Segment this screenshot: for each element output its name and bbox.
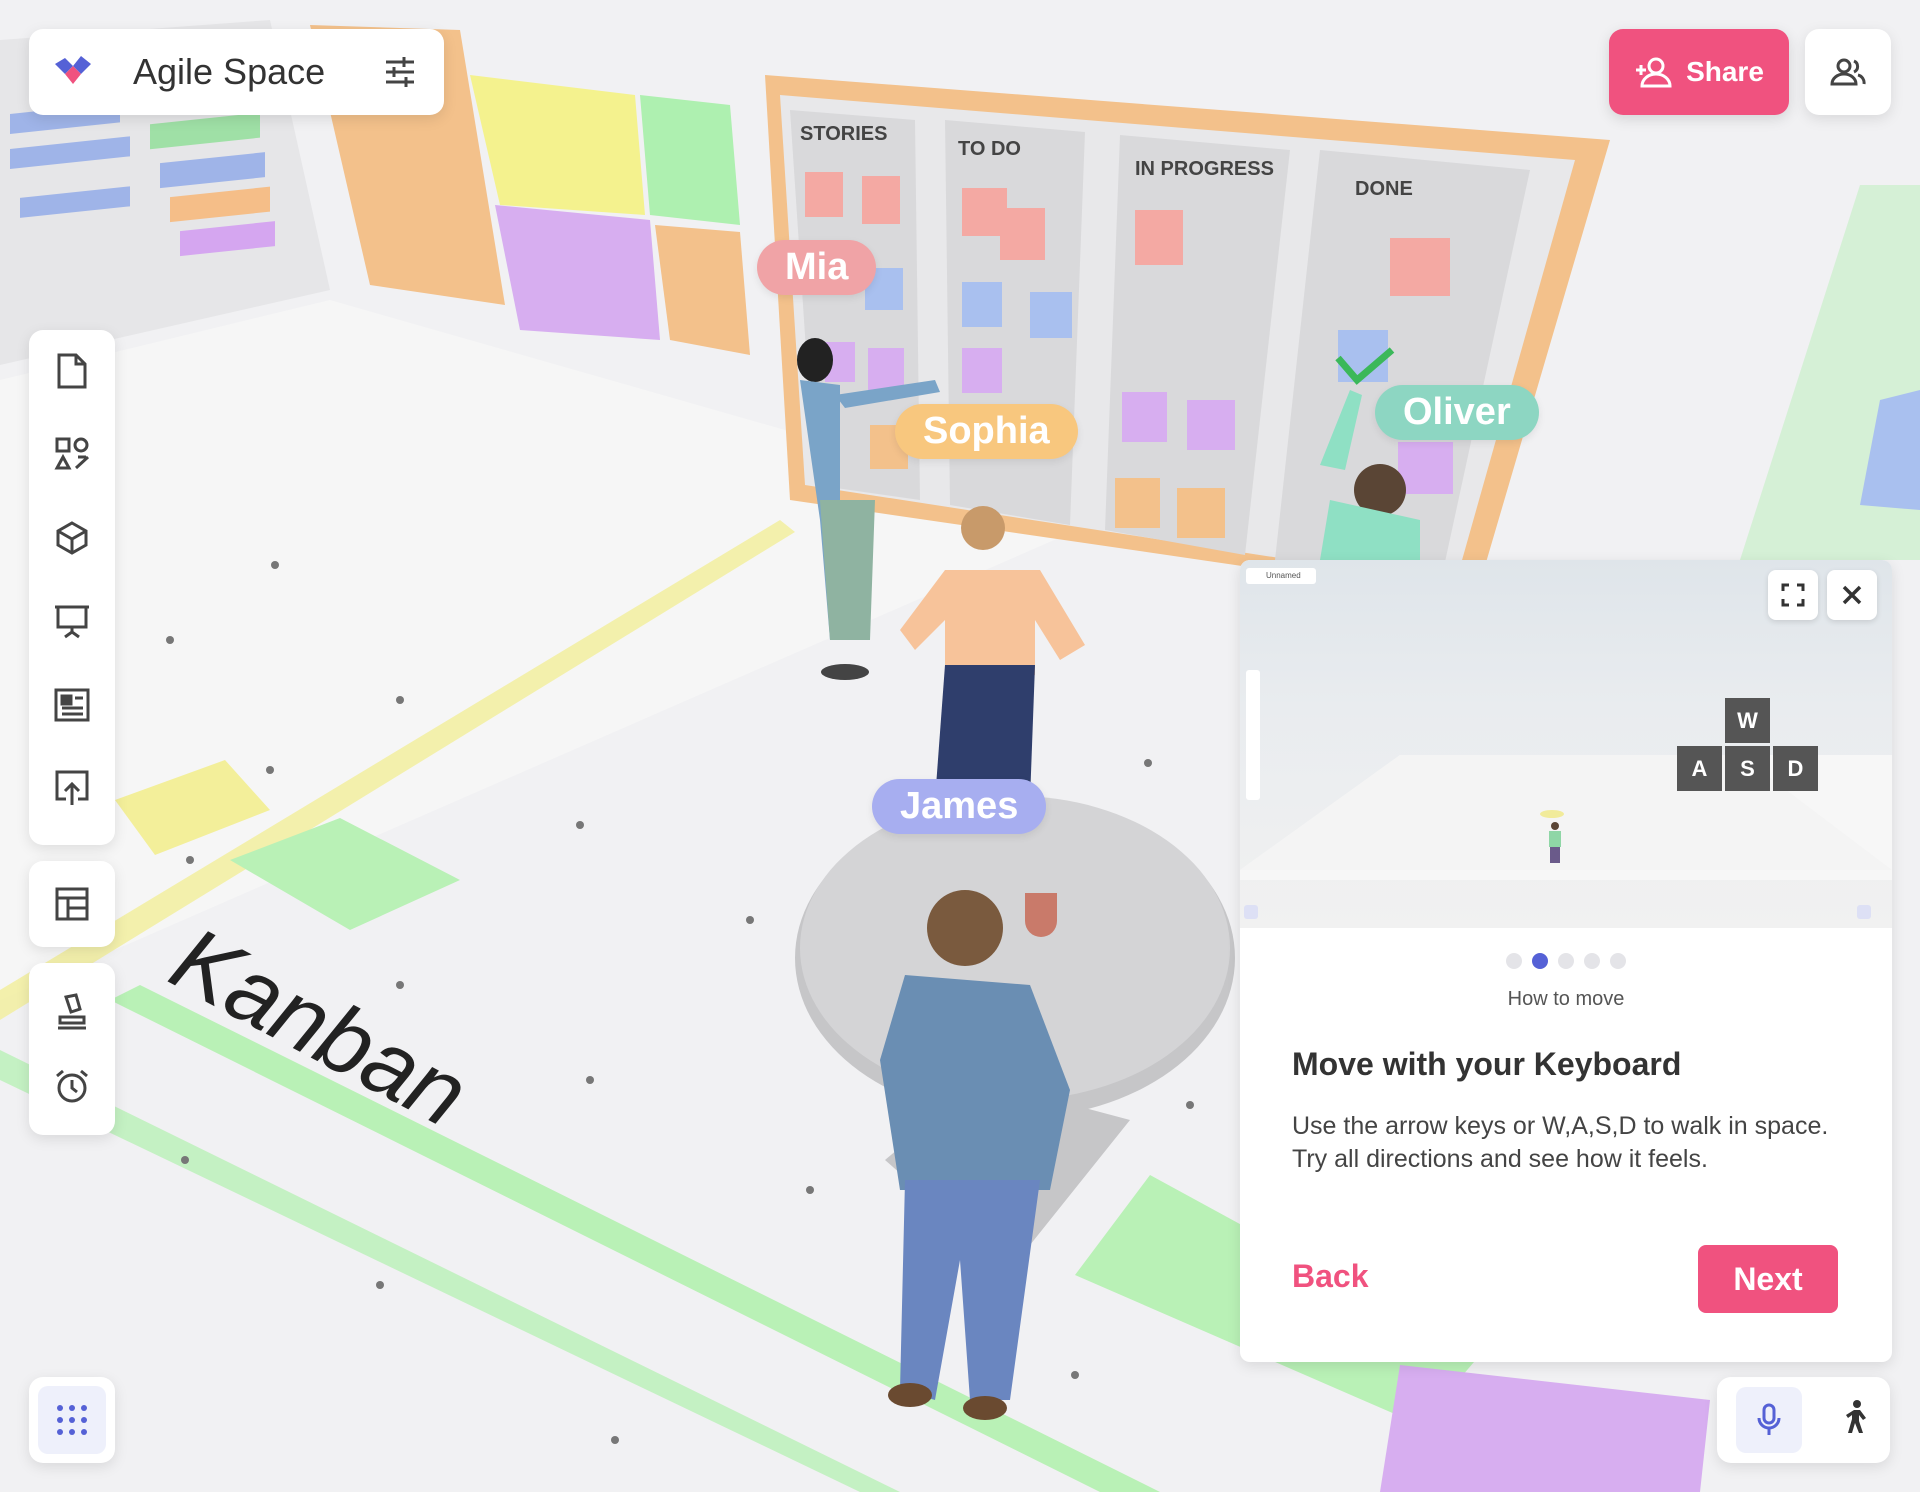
tool-layout[interactable] [44, 876, 100, 932]
document-icon [57, 353, 87, 389]
back-button[interactable]: Back [1292, 1258, 1369, 1295]
media-controls [1717, 1377, 1890, 1463]
key-d: D [1773, 746, 1818, 791]
avatar-label-james[interactable]: James [872, 779, 1047, 834]
walk-mode-button[interactable] [1841, 1399, 1871, 1441]
walk-icon [1845, 1399, 1866, 1433]
space-title-bar: Agile Space [29, 29, 444, 115]
step-dot[interactable] [1584, 953, 1600, 969]
step-dot[interactable] [1610, 953, 1626, 969]
microphone-button[interactable] [1736, 1387, 1803, 1453]
tool-text[interactable] [44, 678, 100, 732]
sliders-icon[interactable] [380, 52, 420, 92]
space-title: Agile Space [133, 51, 326, 92]
stamp-icon [58, 993, 86, 1030]
step-dot[interactable] [1558, 953, 1574, 969]
fullscreen-button[interactable] [1768, 570, 1818, 620]
tutorial-heading: Move with your Keyboard [1292, 1046, 1682, 1082]
tool-upload[interactable] [44, 762, 100, 816]
presentation-icon [55, 605, 89, 639]
share-button[interactable]: Share [1609, 29, 1789, 115]
close-button[interactable] [1827, 570, 1877, 620]
tutorial-body: Use the arrow keys or W,A,S,D to walk in… [1292, 1112, 1829, 1173]
key-w: W [1725, 698, 1770, 743]
tool-shapes[interactable] [44, 428, 100, 482]
add-user-icon [1636, 57, 1672, 88]
tutorial-card: Unnamed W A S D How to move Move with yo… [1240, 560, 1892, 1362]
tool-stamp[interactable] [44, 984, 100, 1040]
next-button[interactable]: Next [1698, 1245, 1838, 1313]
layout-toolbar [29, 861, 115, 947]
left-toolbar [29, 330, 115, 845]
tool-3d-object[interactable] [44, 511, 100, 565]
avatar-label-sophia[interactable]: Sophia [895, 404, 1078, 459]
timer-icon [56, 1069, 88, 1103]
step-label: How to move [1507, 988, 1625, 1010]
tutorial-preview: Unnamed W A S D [1240, 560, 1892, 928]
participants-button[interactable] [1805, 29, 1891, 115]
layout-icon [55, 887, 89, 921]
tool-document[interactable] [44, 344, 100, 398]
key-a: A [1677, 746, 1722, 791]
column-in-progress: IN PROGRESS [1135, 158, 1274, 180]
tool-presentation[interactable] [44, 595, 100, 649]
upload-icon [55, 770, 89, 806]
column-todo: TO DO [958, 138, 1021, 160]
fullscreen-icon [1781, 583, 1805, 607]
microphone-icon [1757, 1403, 1781, 1435]
column-stories: STORIES [800, 123, 887, 145]
preview-title-bar: Unnamed [1246, 568, 1316, 584]
key-s: S [1725, 746, 1770, 791]
close-icon [1842, 585, 1862, 605]
step-indicator [1240, 953, 1892, 969]
bottom-toolbar [29, 963, 115, 1135]
step-dot-active[interactable] [1532, 953, 1548, 969]
app-logo-icon[interactable] [51, 50, 95, 94]
cube-icon [56, 521, 88, 555]
shapes-icon [54, 437, 90, 470]
step-dot[interactable] [1506, 953, 1522, 969]
users-icon [1830, 58, 1866, 86]
grid-icon [57, 1405, 87, 1435]
tool-timer[interactable] [44, 1058, 100, 1114]
share-label: Share [1686, 56, 1764, 87]
newspaper-icon [54, 688, 90, 722]
column-done: DONE [1355, 178, 1413, 200]
apps-menu-button[interactable] [29, 1377, 115, 1463]
avatar-label-oliver[interactable]: Oliver [1375, 385, 1539, 440]
avatar-label-mia[interactable]: Mia [757, 240, 877, 295]
